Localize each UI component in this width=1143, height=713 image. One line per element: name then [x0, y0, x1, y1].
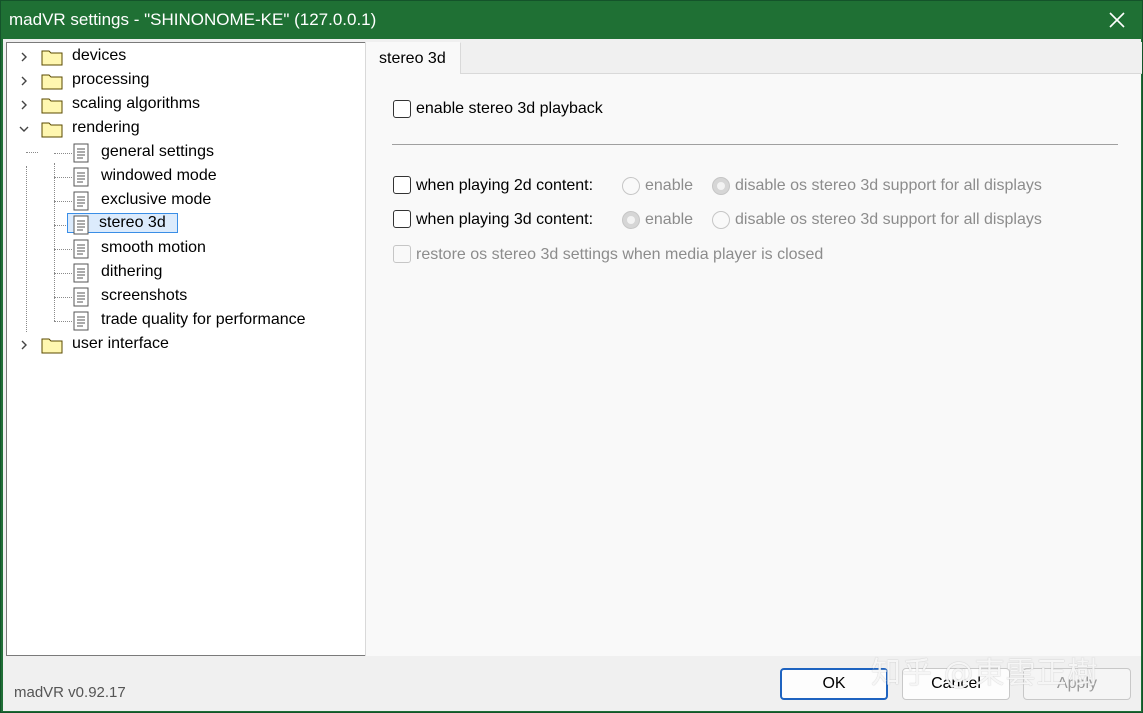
chevron-right-icon	[21, 340, 27, 350]
tree-connector	[54, 177, 72, 178]
window-title: madVR settings - "SHINONOME-KE" (127.0.0…	[9, 10, 377, 29]
tab-stereo-3d[interactable]: stereo 3d	[366, 42, 461, 74]
tab-label: stereo 3d	[379, 49, 446, 67]
when-3d-checkbox[interactable]	[393, 210, 411, 228]
expand-user-interface[interactable]	[17, 338, 31, 352]
tree-connector	[54, 201, 72, 202]
restore-settings-checkbox[interactable]	[393, 245, 411, 263]
page-icon	[73, 215, 89, 235]
settings-window: madVR settings - "SHINONOME-KE" (127.0.0…	[0, 0, 1143, 713]
tree-item-rendering[interactable]: rendering	[69, 118, 143, 138]
tree-connector	[54, 153, 72, 154]
tree-item-exclusive-mode[interactable]: exclusive mode	[98, 190, 214, 210]
tree-connector	[54, 249, 72, 250]
2d-disable-label[interactable]: disable os stereo 3d support for all dis…	[735, 177, 1042, 195]
3d-disable-label[interactable]: disable os stereo 3d support for all dis…	[735, 211, 1042, 229]
3d-enable-radio[interactable]	[622, 211, 640, 229]
close-icon	[1109, 12, 1125, 28]
chevron-right-icon	[21, 52, 27, 62]
tab-strip	[461, 42, 1142, 74]
tree-item-devices[interactable]: devices	[69, 46, 129, 66]
expand-processing[interactable]	[17, 74, 31, 88]
page-icon	[73, 143, 89, 163]
folder-icon	[41, 50, 63, 66]
expand-devices[interactable]	[17, 50, 31, 64]
page-icon	[73, 191, 89, 211]
tree-item-trade-quality[interactable]: trade quality for performance	[98, 310, 309, 330]
2d-disable-radio[interactable]	[712, 177, 730, 195]
expand-scaling-algorithms[interactable]	[17, 98, 31, 112]
collapse-rendering[interactable]	[17, 122, 31, 136]
page-icon	[73, 167, 89, 187]
folder-icon	[41, 338, 63, 354]
tree-item-smooth-motion[interactable]: smooth motion	[98, 238, 209, 258]
chevron-down-icon	[19, 126, 29, 132]
settings-panel: stereo 3d enable stereo 3d playback when…	[365, 42, 1142, 656]
when-2d-checkbox[interactable]	[393, 176, 411, 194]
version-label: madVR v0.92.17	[14, 684, 126, 701]
page-icon	[73, 263, 89, 283]
tree-item-general-settings[interactable]: general settings	[98, 142, 217, 162]
chevron-right-icon	[21, 76, 27, 86]
watermark: 知乎 @東雲正樹	[871, 656, 1099, 691]
tree-connector	[26, 166, 27, 332]
2d-enable-label[interactable]: enable	[645, 177, 693, 195]
restore-settings-label[interactable]: restore os stereo 3d settings when media…	[416, 246, 823, 264]
folder-open-icon	[41, 122, 63, 138]
3d-disable-radio[interactable]	[712, 211, 730, 229]
title-bar[interactable]: madVR settings - "SHINONOME-KE" (127.0.0…	[1, 1, 1142, 39]
separator	[392, 144, 1118, 145]
chevron-right-icon	[21, 100, 27, 110]
tree-connector	[54, 297, 72, 298]
tree-connector	[54, 321, 72, 322]
settings-tree[interactable]: devices processing scaling algorithms re…	[6, 42, 367, 656]
3d-enable-label[interactable]: enable	[645, 211, 693, 229]
tree-item-processing[interactable]: processing	[69, 70, 152, 90]
2d-enable-radio[interactable]	[622, 177, 640, 195]
when-3d-label[interactable]: when playing 3d content:	[416, 211, 593, 229]
dialog-client: devices processing scaling algorithms re…	[3, 39, 1142, 711]
when-2d-label[interactable]: when playing 2d content:	[416, 177, 593, 195]
close-button[interactable]	[1092, 1, 1142, 39]
page-icon	[73, 311, 89, 331]
enable-stereo-3d-label[interactable]: enable stereo 3d playback	[416, 100, 603, 118]
tree-connector	[26, 152, 38, 153]
tree-item-dithering[interactable]: dithering	[98, 262, 165, 282]
page-icon	[73, 287, 89, 307]
folder-icon	[41, 98, 63, 114]
tree-item-windowed-mode[interactable]: windowed mode	[98, 166, 220, 186]
enable-stereo-3d-checkbox[interactable]	[393, 100, 411, 118]
tree-item-scaling-algorithms[interactable]: scaling algorithms	[69, 94, 203, 114]
page-icon	[73, 239, 89, 259]
tree-connector	[54, 273, 72, 274]
tree-item-user-interface[interactable]: user interface	[69, 334, 172, 354]
folder-icon	[41, 74, 63, 90]
tree-item-screenshots[interactable]: screenshots	[98, 286, 190, 306]
